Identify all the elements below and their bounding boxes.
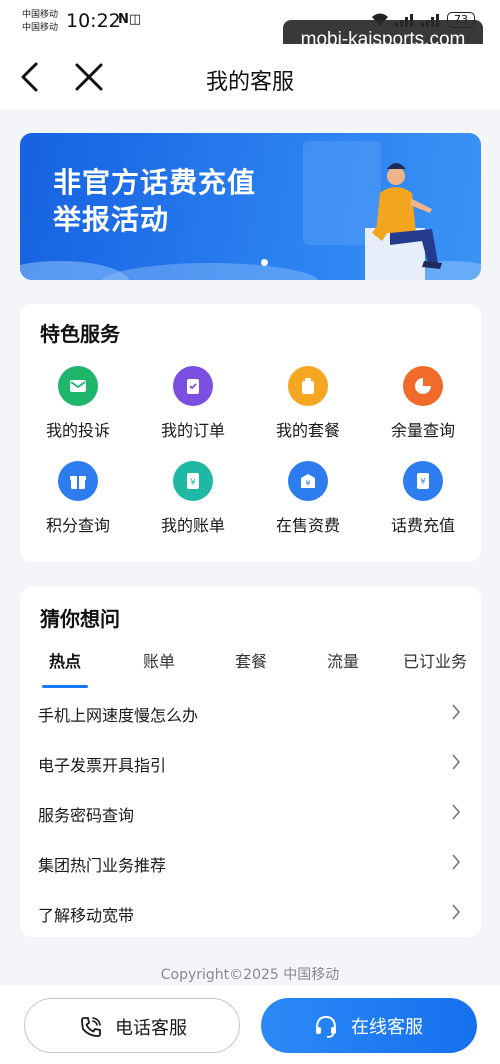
page-title: 我的客服 — [205, 70, 294, 95]
svg-text:¥: ¥ — [305, 479, 310, 488]
service-tariffs-on-sale[interactable]: ¥ 在售资费 — [258, 461, 358, 536]
chevron-right-icon — [452, 754, 461, 770]
tab-subscribed[interactable]: 已订业务 — [400, 648, 470, 672]
service-label: 积分查询 — [45, 516, 110, 535]
service-label: 余量查询 — [390, 421, 455, 440]
faq-question: 电子发票开具指引 — [38, 756, 167, 775]
headset-icon — [316, 1015, 336, 1038]
service-points-query[interactable]: 积分查询 — [28, 461, 128, 536]
mail-icon — [58, 366, 98, 406]
faq-tabs: 热点 账单 套餐 流量 已订业务 — [20, 648, 481, 688]
faq-question: 集团热门业务推荐 — [38, 856, 167, 875]
service-my-bill[interactable]: ¥ 我的账单 — [143, 461, 243, 536]
faq-question: 服务密码查询 — [38, 806, 135, 825]
phone-service-label: 电话客服 — [115, 1017, 187, 1039]
pie-chart-icon — [403, 366, 443, 406]
faq-question: 手机上网速度慢怎么办 — [38, 706, 199, 725]
service-label: 话费充值 — [390, 516, 455, 535]
tab-data[interactable]: 流量 — [318, 648, 368, 672]
chevron-right-icon — [452, 904, 461, 920]
service-my-orders[interactable]: 我的订单 — [143, 366, 243, 441]
bill-icon: ¥ — [173, 461, 213, 501]
nav-bar: 我的客服 — [0, 44, 500, 110]
tab-bill[interactable]: 账单 — [134, 648, 184, 672]
service-label: 我的订单 — [160, 421, 225, 440]
online-service-label: 在线客服 — [351, 1016, 423, 1038]
faq-card: 猜你想问 热点 账单 套餐 流量 已订业务 手机上网速度慢怎么办 电子发票开具指… — [20, 587, 481, 937]
service-my-package[interactable]: 我的套餐 — [258, 366, 358, 441]
chevron-right-icon — [452, 804, 461, 820]
phone-icon — [81, 1016, 101, 1037]
banner-line-2: 举报活动 — [53, 203, 170, 236]
recharge-icon: ¥ — [403, 461, 443, 501]
online-service-button[interactable]: 在线客服 — [261, 998, 477, 1053]
tab-hot[interactable]: 热点 — [42, 648, 88, 672]
bottom-action-bar: 电话客服 在线客服 — [0, 985, 500, 1064]
service-balance-query[interactable]: 余量查询 — [373, 366, 473, 441]
phone-service-button[interactable]: 电话客服 — [24, 998, 240, 1053]
clock: 10:22 — [66, 10, 121, 32]
carrier-2: 中国移动 — [22, 23, 59, 33]
feature-services-title: 特色服务 — [40, 322, 120, 346]
faq-title: 猜你想问 — [40, 607, 120, 631]
order-icon — [173, 366, 213, 406]
service-recharge[interactable]: ¥ 话费充值 — [373, 461, 473, 536]
copyright-text: Copyright©2025 中国移动 — [160, 967, 340, 983]
banner-headline: 非官方话费充值 举报活动 — [53, 164, 256, 238]
phone-button-content: 电话客服 — [79, 999, 187, 1054]
carrier-names: 中国移动 中国移动 — [22, 9, 58, 35]
active-tab-indicator — [42, 685, 88, 688]
feature-services-card: 特色服务 我的投诉 我的订单 我的套餐 余量查询 积分查询 ¥ 我的账单 ¥ 在… — [20, 304, 481, 562]
faq-question-row[interactable]: 手机上网速度慢怎么办 — [20, 689, 481, 739]
tab-package[interactable]: 套餐 — [226, 648, 276, 672]
faq-question-row[interactable]: 服务密码查询 — [20, 789, 481, 839]
nfc-icon: N◫ — [118, 12, 142, 27]
faq-question-row[interactable]: 了解移动宽带 — [20, 889, 481, 939]
chevron-right-icon — [452, 704, 461, 720]
svg-text:¥: ¥ — [420, 477, 425, 486]
promo-banner[interactable]: 非官方话费充值 举报活动 — [20, 133, 481, 280]
faq-question: 了解移动宽带 — [38, 906, 135, 925]
svg-text:¥: ¥ — [190, 478, 196, 488]
online-button-content: 在线客服 — [313, 998, 423, 1053]
tariff-icon: ¥ — [288, 461, 328, 501]
service-label: 我的投诉 — [45, 421, 110, 440]
chevron-right-icon — [452, 854, 461, 870]
service-label: 我的套餐 — [275, 421, 340, 440]
package-icon — [288, 366, 328, 406]
carrier-1: 中国移动 — [22, 10, 59, 20]
banner-line-1: 非官方话费充值 — [53, 166, 257, 199]
faq-question-row[interactable]: 集团热门业务推荐 — [20, 839, 481, 889]
service-label: 我的账单 — [160, 516, 225, 535]
service-label: 在售资费 — [275, 516, 340, 535]
service-my-complaints[interactable]: 我的投诉 — [28, 366, 128, 441]
faq-question-row[interactable]: 电子发票开具指引 — [20, 739, 481, 789]
banner-pager-dot — [261, 259, 268, 266]
gift-icon — [58, 461, 98, 501]
